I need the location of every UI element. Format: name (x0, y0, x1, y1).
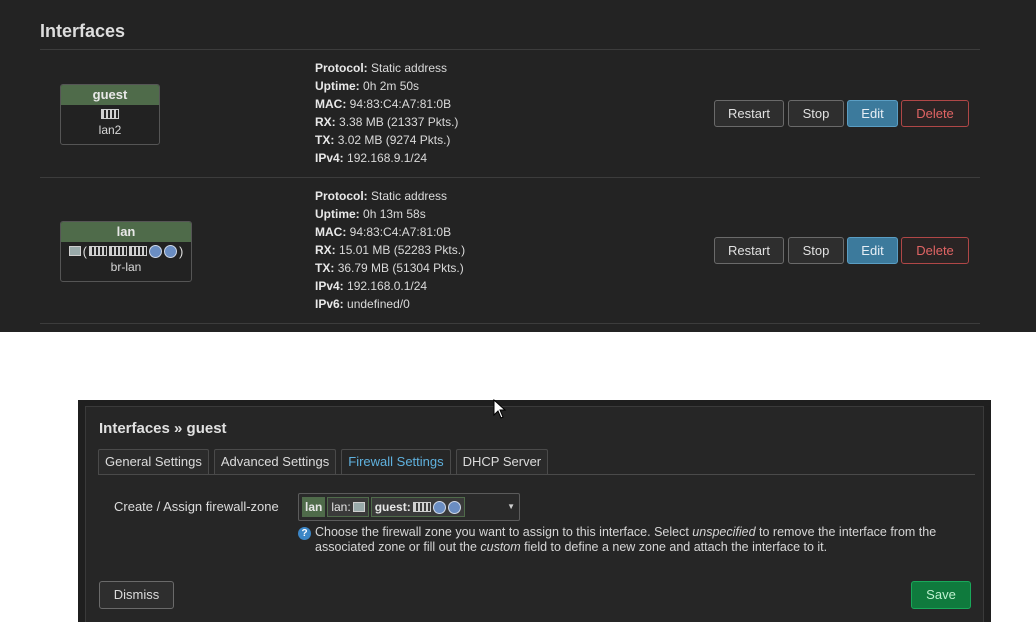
interface-status-guest: Protocol: Static address Uptime: 0h 2m 5… (315, 61, 459, 165)
edit-button[interactable]: Edit (847, 100, 898, 127)
interfaces-panel: Interfaces guest lan2 Protocol: Static a… (0, 0, 1036, 332)
restart-button[interactable]: Restart (714, 237, 784, 264)
ethernet-port-icon (412, 502, 431, 512)
field-description: Choose the firewall zone you want to ass… (315, 525, 937, 554)
modal-title: Interfaces » guest (99, 420, 227, 437)
firewall-zone-select[interactable]: lan lan: guest: ▼ (298, 493, 520, 521)
tab-firewall-settings[interactable]: Firewall Settings (341, 449, 451, 475)
wifi-icon (432, 500, 446, 514)
interface-status-lan: Protocol: Static address Uptime: 0h 13m … (315, 189, 466, 311)
dismiss-button[interactable]: Dismiss (99, 581, 174, 609)
delete-button[interactable]: Delete (901, 237, 969, 264)
interface-badge-guest: guest lan2 (60, 84, 160, 145)
interface-name: guest (61, 85, 159, 105)
stop-button[interactable]: Stop (788, 237, 844, 264)
firewall-zone-label: Create / Assign firewall-zone (114, 499, 279, 514)
delete-button[interactable]: Delete (901, 100, 969, 127)
ethernet-port-icon (61, 105, 159, 123)
section-title: Interfaces (40, 21, 126, 41)
zone-guest-option: guest: (370, 497, 465, 517)
interface-badge-lan: lan () br-lan (60, 221, 192, 282)
divider (40, 49, 980, 50)
selected-zone-badge: lan (302, 497, 326, 517)
port-icon (352, 502, 365, 512)
edit-button[interactable]: Edit (847, 237, 898, 264)
help-icon: ? (298, 527, 311, 540)
restart-button[interactable]: Restart (714, 100, 784, 127)
divider (40, 323, 980, 324)
interface-device: br-lan (110, 260, 142, 274)
tab-general-settings[interactable]: General Settings (98, 449, 209, 475)
interface-device: lan2 (98, 123, 122, 137)
tab-advanced-settings[interactable]: Advanced Settings (213, 449, 337, 475)
save-button[interactable]: Save (911, 581, 971, 609)
divider (40, 177, 980, 178)
tab-divider (98, 474, 975, 475)
wifi-icon (447, 500, 461, 514)
tab-bar: General Settings Advanced Settings Firew… (98, 449, 549, 475)
zone-lan-option: lan: (327, 497, 369, 517)
interface-name: lan (61, 222, 191, 242)
bridge-devices-icon: () (61, 242, 191, 260)
stop-button[interactable]: Stop (788, 100, 844, 127)
interface-edit-modal: Interfaces » guest General Settings Adva… (85, 406, 984, 622)
tab-dhcp-server[interactable]: DHCP Server (455, 449, 549, 475)
dropdown-caret-icon[interactable]: ▼ (507, 502, 515, 511)
